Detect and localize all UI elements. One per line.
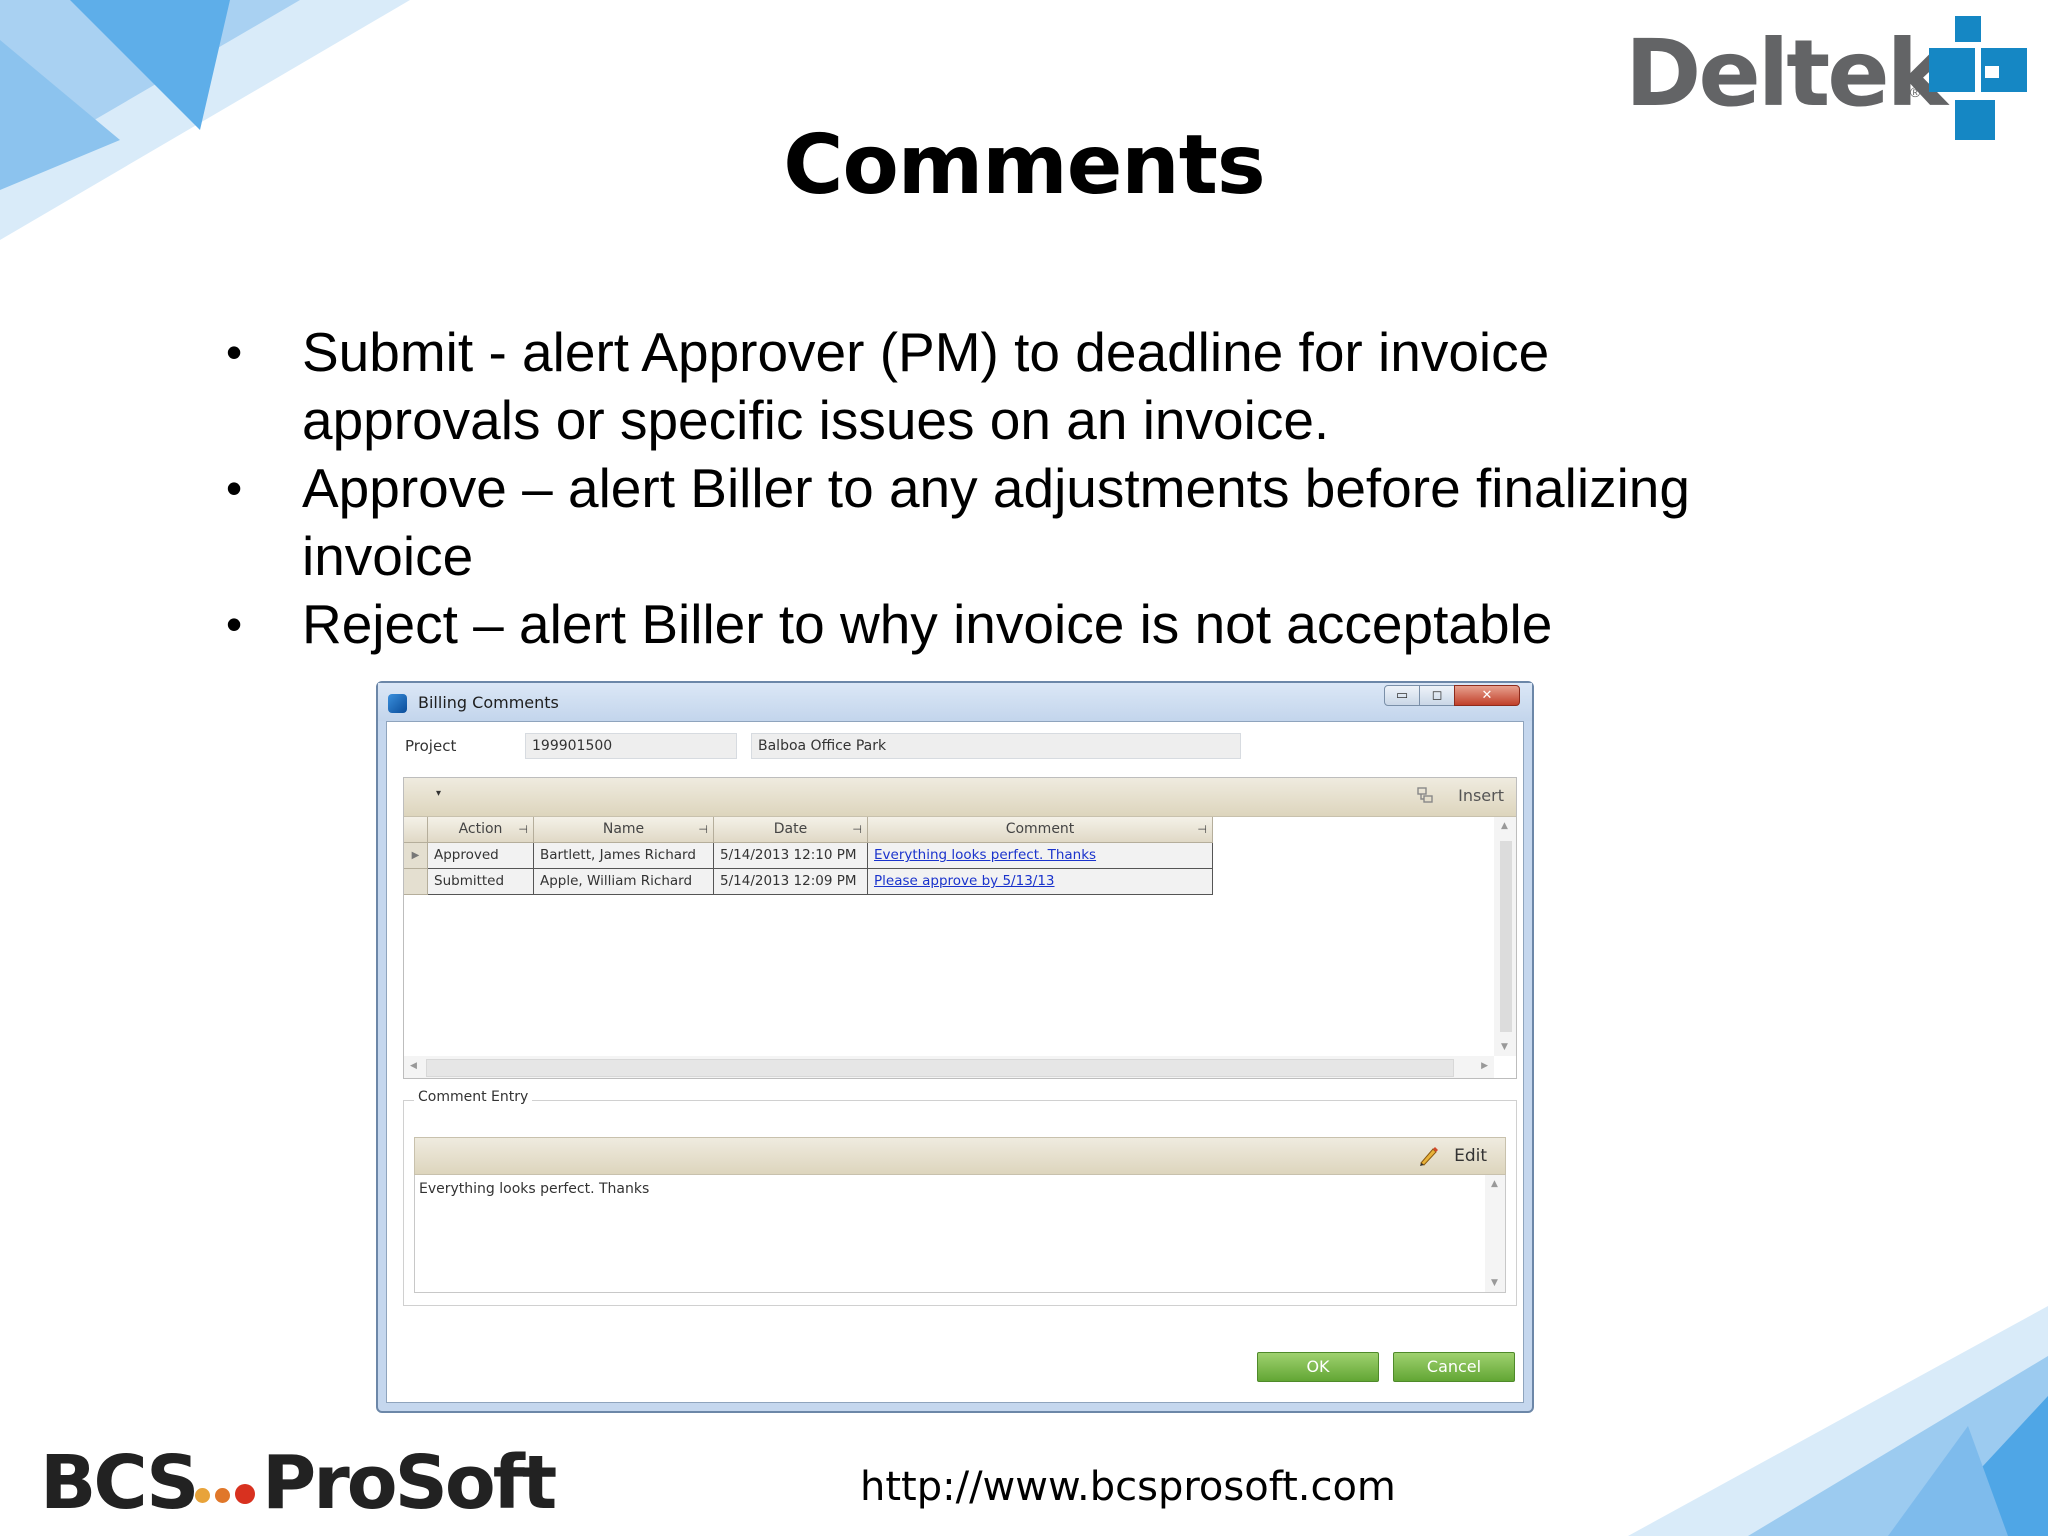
- comment-text-area[interactable]: Everything looks perfect. Thanks ▲ ▼: [414, 1175, 1506, 1293]
- column-header-label: Comment: [1005, 821, 1075, 837]
- bullet-glyph: •: [226, 326, 243, 378]
- project-number-field[interactable]: 199901500: [525, 733, 737, 759]
- prosoft-logo-text: ProSoft: [262, 1440, 557, 1526]
- bcs-prosoft-logo: BCS ProSoft: [40, 1440, 600, 1526]
- bullet-glyph: •: [226, 598, 243, 650]
- cell-action[interactable]: Approved: [428, 843, 534, 869]
- scroll-down-arrow[interactable]: ▼: [1501, 1042, 1508, 1052]
- window-titlebar[interactable]: Billing Comments ▭ ◻ ✕: [378, 683, 1532, 721]
- cell-action[interactable]: Submitted: [428, 869, 534, 895]
- cell-date[interactable]: 5/14/2013 12:09 PM: [714, 869, 868, 895]
- bcs-logo-text: BCS: [40, 1440, 199, 1526]
- column-header-action[interactable]: Action ⊣: [428, 817, 534, 843]
- minimize-button[interactable]: ▭: [1384, 685, 1420, 706]
- column-header-label: Date: [773, 821, 808, 837]
- bullet-item: • Submit - alert Approver (PM) to deadlin…: [220, 318, 1780, 454]
- logo-dot: [195, 1488, 210, 1503]
- scroll-right-arrow[interactable]: ▶: [1481, 1061, 1488, 1071]
- project-label: Project: [405, 737, 457, 755]
- cell-comment-link[interactable]: Everything looks perfect. Thanks: [868, 843, 1213, 869]
- bullet-text: Approve – alert Biller to any adjustment…: [302, 457, 1690, 587]
- bullet-text: Reject – alert Biller to why invoice is …: [302, 593, 1553, 655]
- row-selector-header: [404, 817, 428, 843]
- comment-text: Everything looks perfect. Thanks: [419, 1181, 650, 1197]
- bullet-item: • Reject – alert Biller to why invoice is…: [220, 590, 1780, 658]
- insert-icon[interactable]: [1416, 786, 1436, 806]
- cell-name[interactable]: Bartlett, James Richard: [534, 843, 714, 869]
- logo-dot: [215, 1488, 230, 1503]
- scroll-left-arrow[interactable]: ◀: [410, 1061, 417, 1071]
- cell-name[interactable]: Apple, William Richard: [534, 869, 714, 895]
- row-selector-current[interactable]: ▶: [404, 843, 428, 869]
- ok-button[interactable]: OK: [1257, 1352, 1379, 1382]
- grid-horizontal-scrollbar[interactable]: ◀ ▶: [404, 1056, 1494, 1078]
- footer-url[interactable]: http://www.bcsprosoft.com: [860, 1464, 1396, 1510]
- row-selector[interactable]: [404, 869, 428, 895]
- corner-decoration-bottom-right: [1628, 1306, 2048, 1536]
- billing-comments-window: Billing Comments ▭ ◻ ✕ Project 199901500…: [376, 681, 1534, 1413]
- window-client-area: Project 199901500 Balboa Office Park ▾ I…: [386, 721, 1524, 1403]
- pin-icon[interactable]: ⊣: [1197, 817, 1207, 842]
- column-header-label: Action: [458, 821, 503, 837]
- comment-entry-group: Comment Entry Edit Everything looks perf…: [403, 1089, 1517, 1306]
- scroll-down-arrow[interactable]: ▼: [1491, 1278, 1498, 1288]
- registered-mark: ®: [1910, 84, 1921, 100]
- scroll-thumb[interactable]: [426, 1059, 1454, 1077]
- pencil-icon[interactable]: [1417, 1145, 1439, 1167]
- insert-button[interactable]: Insert: [1458, 786, 1504, 805]
- project-name-field[interactable]: Balboa Office Park: [751, 733, 1241, 759]
- column-header-comment[interactable]: Comment ⊣: [868, 817, 1213, 843]
- close-button[interactable]: ✕: [1454, 685, 1520, 706]
- comments-grid: ▾ Insert Action ⊣ Name ⊣ Date ⊣ Comment ⊣ ▶ …: [403, 777, 1517, 1079]
- column-header-date[interactable]: Date ⊣: [714, 817, 868, 843]
- bullet-glyph: •: [226, 462, 243, 514]
- bullet-text: Submit - alert Approver (PM) to deadline…: [302, 321, 1550, 451]
- pin-icon[interactable]: ⊣: [518, 817, 528, 842]
- grid-toolbar: ▾ Insert: [404, 778, 1516, 817]
- logo-dot: [235, 1484, 255, 1504]
- cancel-button[interactable]: Cancel: [1393, 1352, 1515, 1382]
- app-icon: [388, 694, 407, 713]
- slide-title: Comments: [783, 118, 1265, 213]
- bullet-item: • Approve – alert Biller to any adjustmen…: [220, 454, 1780, 590]
- edit-button[interactable]: Edit: [1454, 1146, 1487, 1166]
- cell-comment-link[interactable]: Please approve by 5/13/13: [868, 869, 1213, 895]
- column-header-label: Name: [602, 821, 645, 837]
- grid-menu-dropdown[interactable]: ▾: [436, 788, 441, 799]
- maximize-button[interactable]: ◻: [1419, 685, 1455, 706]
- comment-vertical-scrollbar[interactable]: ▲ ▼: [1485, 1175, 1505, 1292]
- cell-date[interactable]: 5/14/2013 12:10 PM: [714, 843, 868, 869]
- comment-entry-legend: Comment Entry: [414, 1089, 533, 1105]
- scroll-up-arrow[interactable]: ▲: [1491, 1179, 1498, 1189]
- window-title: Billing Comments: [418, 693, 559, 712]
- pin-icon[interactable]: ⊣: [698, 817, 708, 842]
- scroll-up-arrow[interactable]: ▲: [1501, 821, 1508, 831]
- bullet-list: • Submit - alert Approver (PM) to deadlin…: [220, 318, 1780, 658]
- deltek-logo-text: Deltek: [1625, 20, 1948, 127]
- comment-entry-toolbar: Edit: [414, 1137, 1506, 1175]
- column-header-name[interactable]: Name ⊣: [534, 817, 714, 843]
- grid-vertical-scrollbar[interactable]: ▲ ▼: [1494, 817, 1516, 1056]
- pin-icon[interactable]: ⊣: [852, 817, 862, 842]
- scroll-track[interactable]: [1500, 841, 1512, 1032]
